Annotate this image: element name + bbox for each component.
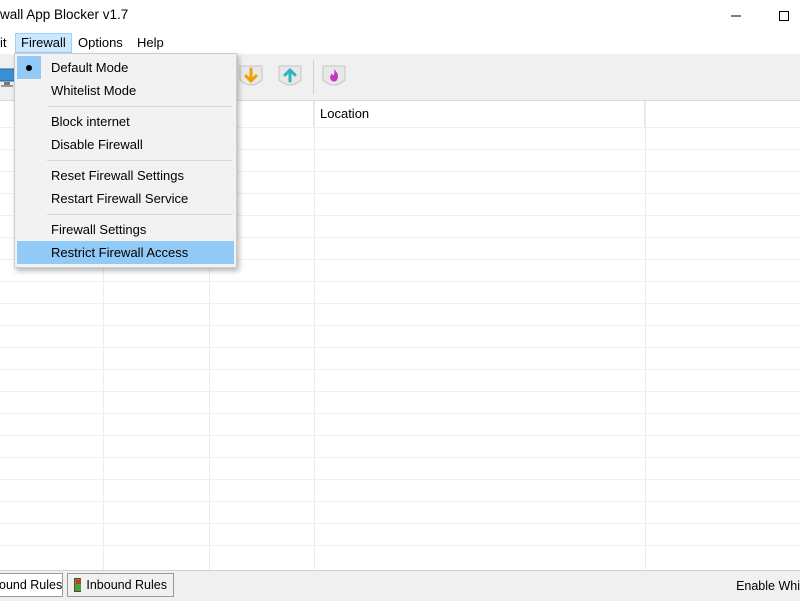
arrow-up-icon: [278, 65, 302, 86]
grid-row-line: [0, 369, 800, 370]
menu-options[interactable]: Options: [73, 33, 128, 53]
grid-row-line: [0, 391, 800, 392]
status-bar: ound Rules Inbound Rules Enable Whi: [0, 570, 800, 601]
menu-item-reset-firewall-settings[interactable]: Reset Firewall Settings: [17, 164, 234, 187]
menu-item-firewall-settings[interactable]: Firewall Settings: [17, 218, 234, 241]
toolbar-firewall-button[interactable]: [319, 62, 349, 92]
flame-shield-icon: [322, 65, 346, 86]
arrow-down-icon: [239, 65, 263, 86]
menu-separator: [47, 106, 232, 107]
menu-separator: [47, 214, 232, 215]
window-title: wall App Blocker v1.7: [0, 7, 129, 22]
grid-row-line: [0, 281, 800, 282]
title-bar: wall App Blocker v1.7: [0, 0, 800, 32]
grid-row-line: [0, 545, 800, 546]
menu-item-disable-firewall[interactable]: Disable Firewall: [17, 133, 234, 156]
toolbar-move-up-button[interactable]: [275, 62, 305, 92]
menu-item-block-internet[interactable]: Block internet: [17, 110, 234, 133]
tab-outbound-rules[interactable]: ound Rules: [0, 573, 63, 597]
grid-row-line: [0, 523, 800, 524]
menu-help[interactable]: Help: [132, 33, 169, 53]
menu-bar: it Firewall Options Help: [0, 32, 800, 54]
minimize-button[interactable]: [716, 4, 756, 28]
grid-row-line: [0, 457, 800, 458]
grid-row-line: [0, 347, 800, 348]
maximize-button[interactable]: [764, 4, 800, 28]
column-header-location[interactable]: Location: [314, 101, 645, 127]
column-header-extra[interactable]: [645, 101, 800, 127]
menu-firewall[interactable]: Firewall: [15, 33, 72, 53]
menu-item-restart-firewall-service[interactable]: Restart Firewall Service: [17, 187, 234, 210]
maximize-icon: [779, 11, 789, 21]
tab-inbound-rules-label: Inbound Rules: [86, 578, 167, 592]
menu-item-restrict-firewall-access[interactable]: Restrict Firewall Access: [17, 241, 234, 264]
menu-edit[interactable]: it: [0, 33, 12, 53]
toolbar-separator: [313, 60, 314, 94]
grid-row-line: [0, 479, 800, 480]
tab-inbound-rules[interactable]: Inbound Rules: [67, 573, 174, 597]
menu-separator: [47, 160, 232, 161]
grid-row-line: [0, 435, 800, 436]
minimize-icon: [731, 15, 741, 17]
menu-item-default-mode[interactable]: Default Mode: [17, 56, 234, 79]
grid-row-line: [0, 303, 800, 304]
grid-row-line: [0, 325, 800, 326]
tab-outbound-rules-label: ound Rules: [0, 578, 63, 592]
firewall-dropdown-menu: Default Mode Whitelist Mode Block intern…: [14, 53, 237, 268]
grid-row-line: [0, 413, 800, 414]
menu-item-whitelist-mode[interactable]: Whitelist Mode: [17, 79, 234, 102]
grid-row-line: [0, 501, 800, 502]
status-enable-whitelist[interactable]: Enable Whi: [736, 579, 800, 593]
inbound-rules-icon: [74, 578, 82, 592]
toolbar-move-down-button[interactable]: [236, 62, 266, 92]
